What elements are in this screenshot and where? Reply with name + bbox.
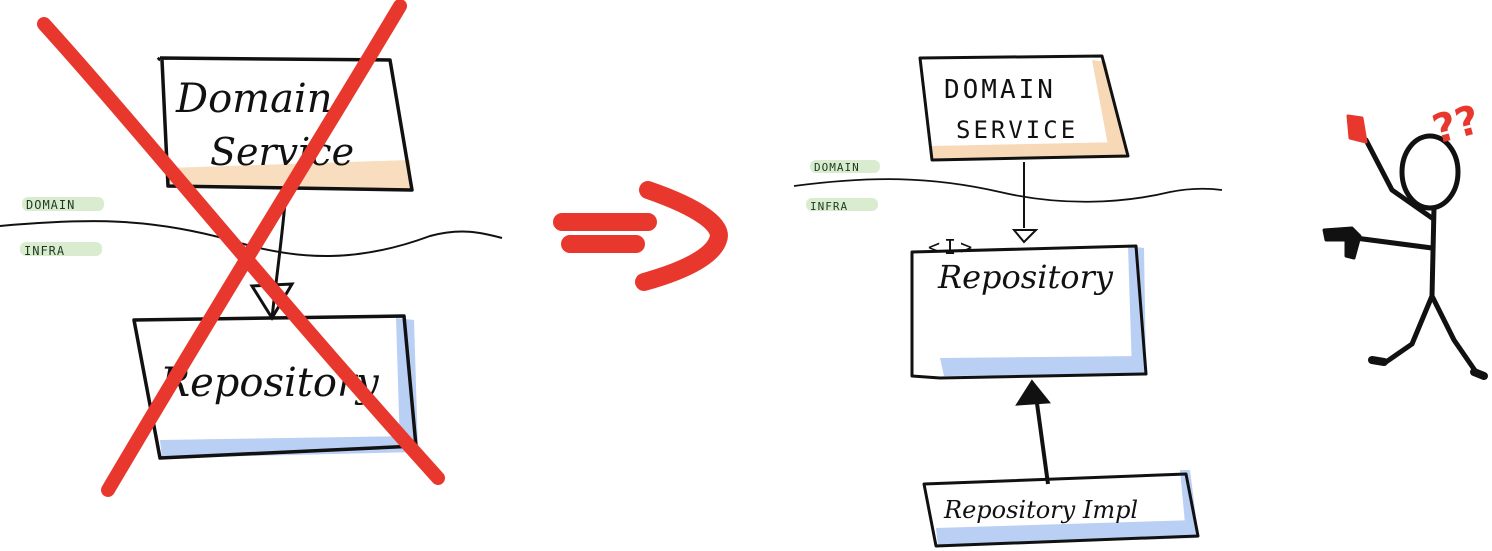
figure-red-flag-icon (1346, 114, 1368, 144)
left-layer-domain-label: DOMAIN (26, 198, 75, 212)
right-layer-infra-label: INFRA (810, 200, 848, 213)
right-domain-service-label-2: SERVICE (956, 116, 1078, 144)
stick-figure (1322, 114, 1488, 380)
transition-arrow (553, 181, 728, 291)
right-domain-service-box: DOMAIN SERVICE (918, 54, 1130, 162)
figure-body (1429, 205, 1437, 299)
figure-right-foot (1470, 368, 1488, 380)
left-diagram: Domain Service DOMAIN INFRA Repository (0, 0, 503, 497)
transition-arrow-head (635, 181, 728, 291)
right-layer-domain-label: DOMAIN (814, 161, 860, 174)
right-impl-label: Repository Impl (943, 496, 1138, 524)
figure-left-leg (1383, 293, 1435, 365)
figure-left-foot (1368, 356, 1388, 366)
right-diagram: DOMAIN SERVICE DOMAIN INFRA <I> Reposito… (793, 54, 1223, 548)
left-layer-infra-label: INFRA (24, 244, 65, 258)
right-interface-marker: <I> (928, 235, 976, 259)
left-domain-service-label-1: Domain (175, 76, 332, 122)
left-domain-service-label-2: Service (210, 130, 354, 174)
right-implements-arrowhead (1015, 379, 1051, 406)
figure-question-marks: ?? (1428, 97, 1485, 153)
right-dependency-arrowhead (1011, 229, 1039, 244)
right-domain-service-shade (1092, 60, 1126, 156)
figure-right-leg (1429, 293, 1479, 375)
right-interface-repository-box: <I> Repository (910, 235, 1148, 380)
right-interface-label: Repository (937, 258, 1114, 296)
right-implements-line (1034, 395, 1050, 485)
diagram-canvas: Domain Service DOMAIN INFRA Repository D… (0, 0, 1488, 548)
left-domain-service-box: Domain Service (156, 56, 414, 192)
figure-gun-icon (1322, 226, 1362, 260)
right-interface-shade-bottom (940, 356, 1146, 376)
right-impl-box: Repository Impl (922, 470, 1200, 548)
right-domain-service-label-1: DOMAIN (944, 75, 1056, 105)
